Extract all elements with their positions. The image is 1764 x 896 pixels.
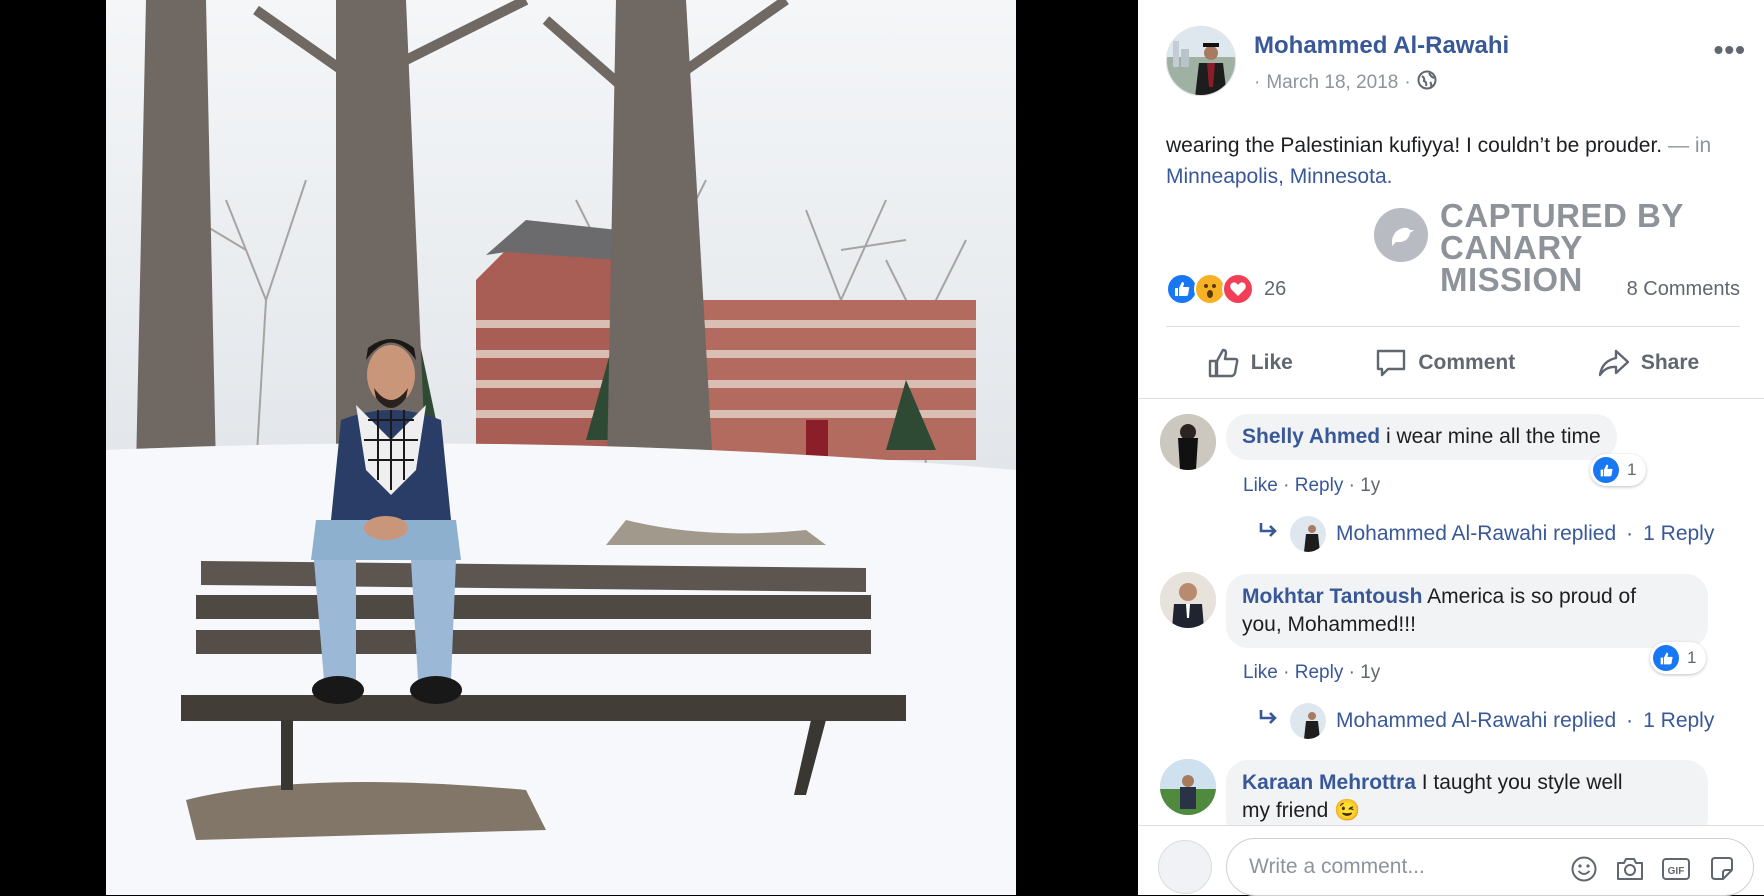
- reply-separator: ·: [1626, 522, 1634, 545]
- svg-text:GIF: GIF: [1668, 866, 1685, 877]
- more-options-icon[interactable]: •••: [1714, 34, 1746, 66]
- reaction-count: 26: [1264, 277, 1287, 300]
- share-button[interactable]: Share: [1597, 338, 1699, 388]
- author-name[interactable]: Mohammed Al-Rawahi: [1254, 32, 1509, 60]
- comment-label: Comment: [1418, 351, 1516, 374]
- location-link[interactable]: Minneapolis, Minnesota.: [1166, 165, 1392, 188]
- post-panel: Mohammed Al-Rawahi · March 18, 2018 · ••…: [1138, 0, 1764, 896]
- comment-text-line-2: you, Mohammed!!!: [1242, 613, 1416, 636]
- composer-tools: GIF: [1569, 855, 1737, 883]
- divider: [1138, 398, 1764, 399]
- photo-viewer: [0, 0, 1138, 895]
- divider: [1166, 326, 1740, 327]
- reply-author: Mohammed Al-Rawahi replied: [1336, 522, 1617, 545]
- like-button[interactable]: Like: [1207, 338, 1293, 388]
- comment-button[interactable]: Comment: [1374, 338, 1515, 388]
- comment-bubble: Shelly Ahmed i wear mine all the time: [1226, 414, 1617, 460]
- reply-count: 1 Reply: [1643, 522, 1715, 545]
- author-avatar[interactable]: [1166, 26, 1236, 96]
- watermark-line-1: CAPTURED BY: [1440, 197, 1684, 234]
- like-reaction-icon: [1653, 645, 1679, 671]
- comment-time[interactable]: 1y: [1360, 475, 1380, 496]
- commenter-avatar[interactable]: [1160, 759, 1216, 815]
- comment-text-line-2: my friend 😉: [1242, 799, 1361, 822]
- comment-input-placeholder: Write a comment...: [1249, 855, 1425, 878]
- comment-icon: [1377, 349, 1406, 377]
- like-reaction-icon: [1593, 457, 1619, 483]
- meta-dot: ·: [1404, 72, 1411, 93]
- comment-reaction-count: 1: [1687, 648, 1697, 667]
- commenter-avatar[interactable]: [1160, 572, 1216, 628]
- camera-icon[interactable]: [1615, 855, 1645, 883]
- comment-text: i wear mine all the time: [1385, 425, 1601, 448]
- share-label: Share: [1640, 351, 1700, 374]
- reply-author: Mohammed Al-Rawahi replied: [1336, 709, 1617, 732]
- comment-input[interactable]: Write a comment... GIF: [1226, 838, 1754, 896]
- reply-count: 1 Reply: [1643, 709, 1715, 732]
- canary-mission-watermark: CAPTURED BY CANARY MISSION: [1374, 197, 1734, 296]
- post-body: wearing the Palestinian kufiyya! I could…: [1166, 134, 1663, 157]
- comment-reaction-count: 1: [1627, 460, 1637, 479]
- commenter-avatar[interactable]: [1160, 414, 1216, 470]
- comment-bubble: Mokhtar Tantoush America is so proud of …: [1226, 574, 1708, 648]
- replier-avatar: [1290, 703, 1326, 739]
- comment-text-line-1: I taught you style well: [1421, 771, 1623, 794]
- sticker-icon[interactable]: [1707, 855, 1737, 883]
- meta-dot: ·: [1254, 72, 1261, 93]
- author-avatar-image: [1167, 27, 1235, 95]
- comment-reactions[interactable]: 1: [1650, 642, 1707, 674]
- comments-count-link[interactable]: 8 Comments: [1627, 278, 1740, 301]
- comment-actions: Like · Reply · 1y: [1243, 475, 1381, 496]
- comment-like-link[interactable]: Like: [1243, 475, 1278, 496]
- commenter-name[interactable]: Shelly Ahmed: [1242, 425, 1380, 448]
- reply-arrow-icon: [1258, 708, 1280, 734]
- comment-reply-link[interactable]: Reply: [1295, 662, 1344, 683]
- globe-icon[interactable]: [1417, 70, 1437, 96]
- reply-separator: ·: [1626, 709, 1634, 732]
- comment-actions: Like · Reply · 1y: [1243, 662, 1381, 683]
- reply-arrow-icon: [1258, 521, 1280, 547]
- canary-logo-icon: [1374, 208, 1428, 262]
- gif-icon[interactable]: GIF: [1661, 855, 1691, 883]
- comment-reply-link[interactable]: Reply: [1295, 475, 1344, 496]
- reply-thread-link[interactable]: Mohammed Al-Rawahi replied · 1 Reply: [1258, 516, 1714, 552]
- thumbs-up-icon: [1208, 348, 1239, 378]
- post-meta: · March 18, 2018 ·: [1254, 70, 1437, 96]
- love-reaction-icon: [1222, 273, 1254, 305]
- photo-scene: [106, 0, 1016, 895]
- comment-bubble: Karaan Mehrottra I taught you style well…: [1226, 760, 1708, 825]
- current-user-avatar: [1158, 840, 1212, 894]
- commenter-name[interactable]: Mokhtar Tantoush: [1242, 585, 1422, 608]
- commenter-name[interactable]: Karaan Mehrottra: [1242, 771, 1416, 794]
- comment-like-link[interactable]: Like: [1243, 662, 1278, 683]
- comment-reactions[interactable]: 1: [1590, 454, 1647, 486]
- reaction-summary[interactable]: 26: [1166, 272, 1286, 306]
- post-text: wearing the Palestinian kufiyya! I could…: [1166, 130, 1726, 192]
- replier-avatar: [1290, 516, 1326, 552]
- post-date[interactable]: March 18, 2018: [1266, 72, 1398, 94]
- post-actions-bar: Like Comment Share: [1166, 338, 1740, 388]
- comment-text-line-1: America is so proud of: [1427, 585, 1637, 608]
- reply-thread-link[interactable]: Mohammed Al-Rawahi replied · 1 Reply: [1258, 703, 1714, 739]
- share-icon: [1598, 349, 1630, 377]
- like-label: Like: [1250, 351, 1293, 374]
- comment-composer: Write a comment... GIF: [1138, 825, 1764, 896]
- location-separator: — in: [1667, 134, 1712, 157]
- emoji-icon[interactable]: [1569, 855, 1599, 883]
- post-header: Mohammed Al-Rawahi · March 18, 2018 · ••…: [1166, 26, 1746, 98]
- post-photo[interactable]: [106, 0, 1016, 895]
- comments-list: Shelly Ahmed i wear mine all the time 1 …: [1138, 400, 1764, 825]
- comment-time[interactable]: 1y: [1360, 662, 1380, 683]
